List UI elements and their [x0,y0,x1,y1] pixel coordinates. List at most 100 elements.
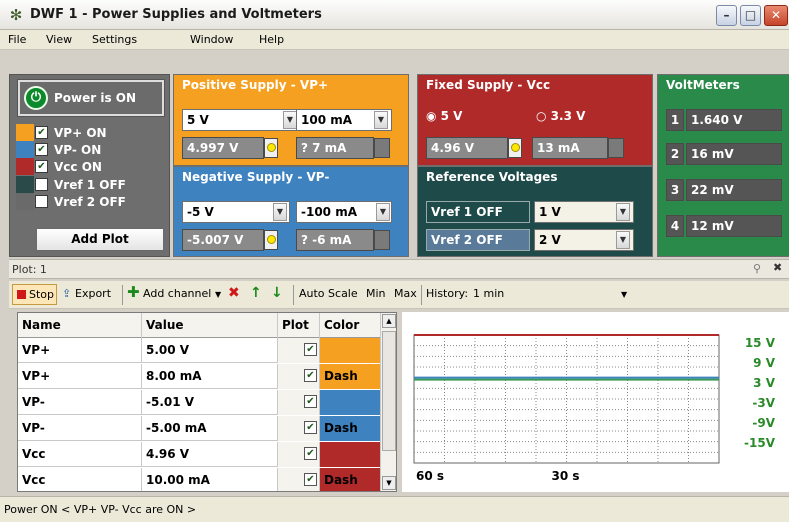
move-down-icon[interactable]: ↓ [271,285,283,301]
channel-checkbox[interactable]: ✔ [35,160,48,173]
row-plot-checkbox[interactable]: ✔ [304,421,317,434]
table-row[interactable]: VP+ 8.00 mA ✔ Dash [18,364,380,389]
column-header-color[interactable]: Color [320,313,380,338]
column-header-name[interactable]: Name [18,313,142,338]
scroll-up-icon[interactable]: ▲ [382,314,396,328]
row-plot-checkbox[interactable]: ✔ [304,473,317,486]
row-color-cell[interactable]: Dash [320,364,380,389]
vref1-label[interactable]: Vref 1 OFF [426,201,530,223]
scroll-thumb[interactable] [382,331,396,451]
status-bar: Power ON < VP+ VP- Vcc are ON > [0,496,789,522]
status-led-icon [508,138,522,158]
row-color-cell[interactable]: Dash [320,468,380,491]
chevron-down-icon[interactable]: ▼ [273,203,287,221]
vref2-label[interactable]: Vref 2 OFF [426,229,530,251]
channel-toggle[interactable]: Vref 1 OFF [16,176,166,193]
chevron-down-icon[interactable]: ▼ [374,111,388,129]
channel-color-swatch [16,193,34,210]
channel-toggle[interactable]: Vref 2 OFF [16,193,166,210]
channel-checkbox[interactable] [35,195,48,208]
row-color-cell[interactable]: Dash [320,416,380,441]
channel-checkbox[interactable]: ✔ [35,143,48,156]
channel-toggle[interactable]: ✔ VP- ON [16,141,166,158]
add-channel-button[interactable]: Add channel [143,287,211,300]
scroll-down-icon[interactable]: ▼ [382,476,396,490]
row-plot-checkbox[interactable]: ✔ [304,343,317,356]
close-button[interactable]: ✕ [764,5,788,26]
menu-help[interactable]: Help [259,33,284,46]
pin-icon[interactable]: ⚲ [753,262,761,275]
title-bar: ✻ DWF 1 - Power Supplies and Voltmeters … [0,0,789,30]
positive-supply-panel: Positive Supply - VP+ 5 V ▼ 100 mA ▼ 4.9… [173,74,409,166]
channel-toggle[interactable]: ✔ VP+ ON [16,124,166,141]
channel-toggle[interactable]: ✔ Vcc ON [16,158,166,175]
y-tick-label: -3V [752,396,775,410]
row-plot-checkbox[interactable]: ✔ [304,447,317,460]
stop-icon [17,290,26,299]
row-color-cell[interactable] [320,338,380,363]
column-header-plot[interactable]: Plot [278,313,320,338]
radio-5v[interactable]: ◉ 5 V [426,109,462,123]
chevron-down-icon[interactable]: ▼ [283,111,297,129]
table-row[interactable]: VP+ 5.00 V ✔ [18,338,380,363]
status-text: Power ON < VP+ VP- Vcc are ON > [4,503,197,516]
power-icon: ⏻ [24,86,48,110]
table-row[interactable]: VP- -5.00 mA ✔ Dash [18,416,380,441]
channel-checkbox[interactable] [35,178,48,191]
channel-color-swatch [16,158,34,175]
negative-supply-title: Negative Supply - VP- [174,167,408,189]
fixed-supply-title: Fixed Supply - Vcc [418,75,652,97]
max-button[interactable]: Max [394,287,417,300]
menu-settings[interactable]: Settings [92,33,137,46]
row-plot-checkbox[interactable]: ✔ [304,395,317,408]
vn-current-reading: ? -6 mA [296,229,374,251]
y-tick-label: -15V [744,436,776,450]
voltmeters-panel: VoltMeters 1 1.640 V 2 16 mV 3 22 mV 4 12 mV [657,74,789,257]
y-tick-label: -9V [752,416,775,430]
fixed-supply-panel: Fixed Supply - Vcc ◉ 5 V ○ 3.3 V 4.96 V … [417,74,653,166]
voltmeter-index: 2 [666,143,684,165]
chevron-down-icon[interactable]: ▼ [616,231,630,249]
channel-label: VP+ ON [54,126,107,140]
export-button[interactable]: Export [75,287,111,300]
plot-chart[interactable]: 15 V 9 V 3 V -3V -9V -15V 60 s 30 s [402,312,789,492]
column-header-value[interactable]: Value [142,313,278,338]
power-label: Power is ON [54,91,137,105]
table-row[interactable]: Vcc 10.00 mA ✔ Dash [18,468,380,491]
chevron-down-icon[interactable]: ▼ [215,290,221,299]
close-plot-icon[interactable]: ✖ [773,261,782,274]
reference-panel: Reference Voltages Vref 1 OFF 1 V ▼ Vref… [417,166,653,257]
radio-3v3[interactable]: ○ 3.3 V [536,109,585,123]
chevron-down-icon[interactable]: ▼ [621,290,627,299]
y-tick-label: 3 V [753,376,776,390]
voltmeter-reading: 12 mV [686,215,782,237]
menu-view[interactable]: View [46,33,72,46]
window-title: DWF 1 - Power Supplies and Voltmeters [30,7,322,22]
history-select[interactable]: 1 min [473,287,504,300]
plot-toolbar: Stop ⇪ Export ✚ Add channel ▼ ✖ ↑ ↓ Auto… [9,281,789,309]
stop-button[interactable]: Stop [12,284,57,305]
row-value: 8.00 mA [142,364,278,389]
chevron-down-icon[interactable]: ▼ [616,203,630,221]
minimize-button[interactable]: – [716,5,737,26]
row-color-cell[interactable] [320,442,380,467]
table-row[interactable]: VP- -5.01 V ✔ [18,390,380,415]
menu-file[interactable]: File [8,33,26,46]
maximize-button[interactable]: □ [740,5,761,26]
voltmeter-index: 4 [666,215,684,237]
delete-icon[interactable]: ✖ [228,285,240,301]
chevron-down-icon[interactable]: ▼ [376,203,390,221]
table-row[interactable]: Vcc 4.96 V ✔ [18,442,380,467]
voltmeter-index: 1 [666,109,684,131]
grid-scrollbar[interactable]: ▲ ▼ [380,313,396,491]
vcc-current-reading: 13 mA [532,137,608,159]
row-color-cell[interactable] [320,390,380,415]
move-up-icon[interactable]: ↑ [250,285,262,301]
channel-checkbox[interactable]: ✔ [35,126,48,139]
menu-window[interactable]: Window [190,33,233,46]
auto-scale-button[interactable]: Auto Scale [299,287,358,300]
power-button[interactable]: ⏻ Power is ON [17,79,165,117]
min-button[interactable]: Min [366,287,386,300]
add-plot-button[interactable]: Add Plot [36,228,164,251]
row-plot-checkbox[interactable]: ✔ [304,369,317,382]
